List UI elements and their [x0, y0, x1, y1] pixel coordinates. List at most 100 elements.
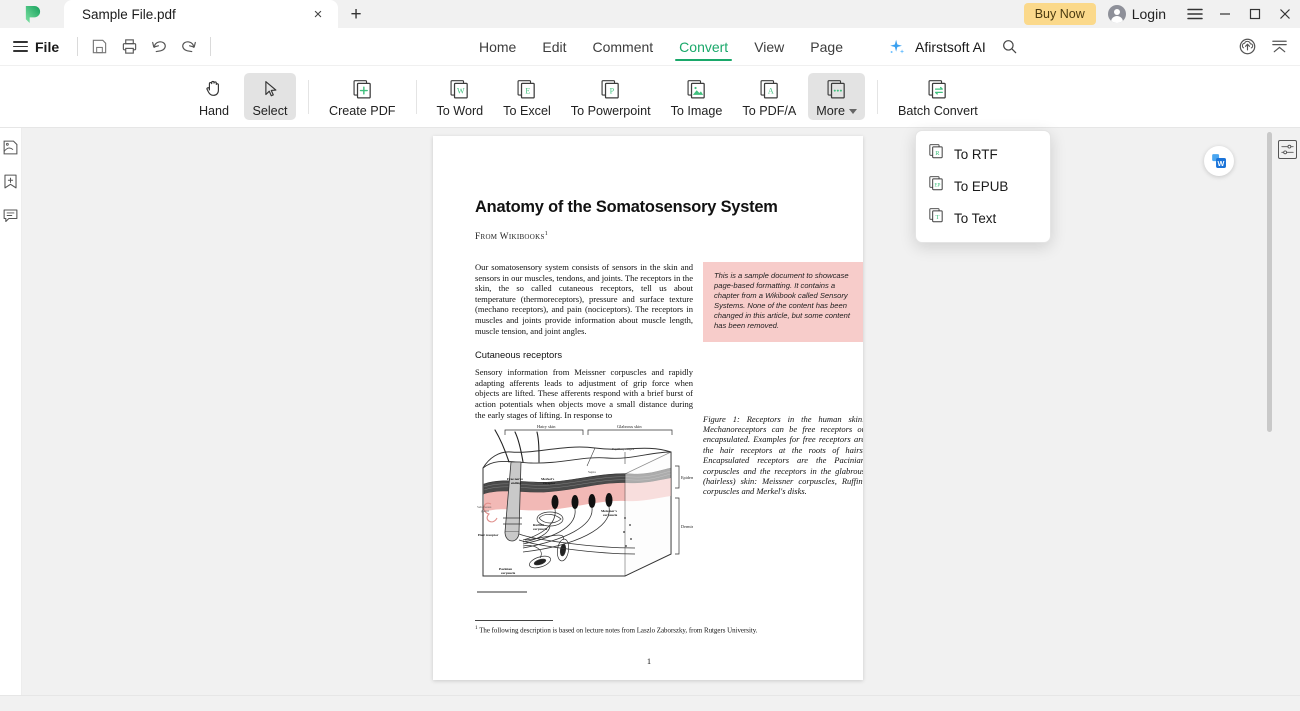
page-number: 1	[646, 656, 652, 666]
tab-home[interactable]: Home	[466, 28, 529, 65]
properties-panel-icon[interactable]	[1277, 140, 1297, 159]
page-columns: Our somatosensory system consists of sen…	[475, 262, 863, 597]
hand-tool-button[interactable]: Hand	[188, 73, 240, 120]
tab-comment[interactable]: Comment	[579, 28, 666, 65]
maximize-icon	[1249, 8, 1261, 20]
print-icon[interactable]	[114, 32, 144, 62]
more-convert-dropdown: R To RTF EP To EPUB T To Text	[915, 130, 1051, 243]
svg-text:W: W	[457, 86, 465, 95]
account-avatar-icon	[1107, 5, 1126, 23]
page-column-left: Our somatosensory system consists of sen…	[475, 262, 693, 597]
vertical-scrollbar[interactable]	[1265, 128, 1274, 711]
to-word-button[interactable]: W To Word	[429, 73, 492, 120]
document-source-line: From Wikibooks1	[475, 231, 823, 242]
create-pdf-button[interactable]: Create PDF	[321, 73, 404, 120]
login-button[interactable]: Login	[1107, 5, 1166, 23]
new-tab-button[interactable]: +	[338, 0, 374, 28]
section-heading: Cutaneous receptors	[475, 349, 563, 361]
ai-assistant-label: Afirstsoft AI	[915, 38, 986, 55]
svg-text:gland: gland	[481, 509, 489, 513]
undo-icon[interactable]	[144, 32, 174, 62]
to-image-button[interactable]: To Image	[663, 73, 731, 120]
figure-caption: Figure 1: Receptors in the human skin: M…	[703, 413, 863, 497]
to-text-icon: T	[928, 207, 945, 229]
tab-convert[interactable]: Convert	[666, 28, 741, 65]
pdf-page: Anatomy of the Somatosensory System From…	[433, 136, 863, 680]
create-pdf-label: Create PDF	[329, 104, 396, 118]
close-icon	[1280, 9, 1290, 19]
svg-text:ending: ending	[511, 481, 521, 485]
close-window-button[interactable]	[1270, 0, 1300, 28]
toolbar-divider	[77, 37, 79, 56]
buy-now-button[interactable]: Buy Now	[1023, 3, 1096, 25]
svg-text:R: R	[935, 150, 940, 157]
hamburger-menu-icon	[1187, 8, 1203, 20]
to-powerpoint-button[interactable]: P To Powerpoint	[563, 73, 659, 120]
create-pdf-icon	[351, 76, 374, 102]
thumbnails-icon[interactable]	[2, 138, 20, 156]
save-icon[interactable]	[84, 32, 114, 62]
chevron-down-icon	[849, 108, 857, 114]
svg-text:Hair receptor: Hair receptor	[478, 533, 499, 537]
minimize-button[interactable]	[1210, 0, 1240, 28]
to-pdfa-button[interactable]: A To PDF/A	[734, 73, 804, 120]
tab-view[interactable]: View	[741, 28, 797, 65]
more-convert-button[interactable]: More	[808, 73, 865, 120]
select-tool-label: Select	[252, 104, 288, 118]
collapse-ribbon-icon[interactable]	[1264, 32, 1294, 62]
section-paragraph: Sensory information from Meissner corpus…	[475, 367, 693, 420]
search-icon[interactable]	[995, 32, 1025, 62]
svg-text:E: E	[526, 86, 531, 95]
footnote-text: 1 The following description is based on …	[475, 625, 823, 634]
dropdown-label-to-rtf: To RTF	[954, 146, 998, 162]
to-word-label: To Word	[436, 104, 484, 118]
redo-icon[interactable]	[174, 32, 204, 62]
svg-text:W: W	[1217, 158, 1224, 167]
dropdown-item-to-rtf[interactable]: R To RTF	[916, 138, 1050, 170]
to-powerpoint-label: To Powerpoint	[570, 104, 651, 118]
pdf-canvas[interactable]: W Anatomy of the Somatosensory System Fr…	[22, 128, 1274, 711]
afirstsoft-logo-icon	[25, 5, 40, 23]
to-rtf-icon: R	[928, 143, 945, 165]
batch-convert-label: Batch Convert	[898, 104, 978, 118]
right-sidebar	[1274, 128, 1300, 711]
to-image-icon	[685, 76, 708, 102]
tab-edit[interactable]: Edit	[529, 28, 579, 65]
more-convert-label: More	[816, 104, 857, 118]
document-tab[interactable]: Sample File.pdf ×	[64, 0, 338, 28]
svg-text:corpuscle: corpuscle	[603, 513, 618, 517]
ai-assistant-group: Afirstsoft AI	[888, 28, 1025, 65]
comment-panel-icon[interactable]	[2, 206, 20, 224]
to-image-label: To Image	[670, 104, 723, 118]
svg-text:Epidermis: Epidermis	[681, 475, 693, 480]
dropdown-item-to-text[interactable]: T To Text	[916, 202, 1050, 234]
dropdown-item-to-epub[interactable]: EP To EPUB	[916, 170, 1050, 202]
svg-text:Glabrous skin: Glabrous skin	[617, 424, 642, 429]
close-tab-icon[interactable]: ×	[308, 4, 328, 24]
intro-paragraph: Our somatosensory system consists of sen…	[475, 262, 693, 336]
convert-to-word-float-button[interactable]: W	[1204, 146, 1234, 176]
scrollbar-thumb[interactable]	[1267, 132, 1272, 432]
bookmark-add-icon[interactable]	[2, 172, 20, 190]
hand-icon	[203, 76, 225, 102]
save-glyph	[92, 39, 106, 54]
ribbon-tabs: Home Edit Comment Convert View Page	[466, 28, 856, 65]
cloud-upload-icon[interactable]	[1232, 32, 1262, 62]
title-bar: Sample File.pdf × + Buy Now Login	[0, 0, 1300, 28]
to-pdfa-icon: A	[758, 76, 781, 102]
redo-glyph	[182, 41, 197, 53]
ribbon-divider-3	[877, 79, 878, 114]
app-menu-icon[interactable]	[1180, 0, 1210, 28]
hand-tool-label: Hand	[198, 104, 230, 118]
select-tool-button[interactable]: Select	[244, 73, 296, 120]
maximize-button[interactable]	[1240, 0, 1270, 28]
left-sidebar	[0, 128, 22, 711]
footnote-body: The following description is based on le…	[479, 627, 758, 634]
file-menu-button[interactable]: File	[0, 28, 71, 65]
cursor-icon	[259, 76, 281, 102]
tab-page[interactable]: Page	[797, 28, 856, 65]
svg-text:P: P	[610, 86, 615, 95]
batch-convert-button[interactable]: Batch Convert	[890, 73, 986, 120]
to-excel-button[interactable]: E To Excel	[495, 73, 559, 120]
undo-glyph	[152, 41, 166, 53]
